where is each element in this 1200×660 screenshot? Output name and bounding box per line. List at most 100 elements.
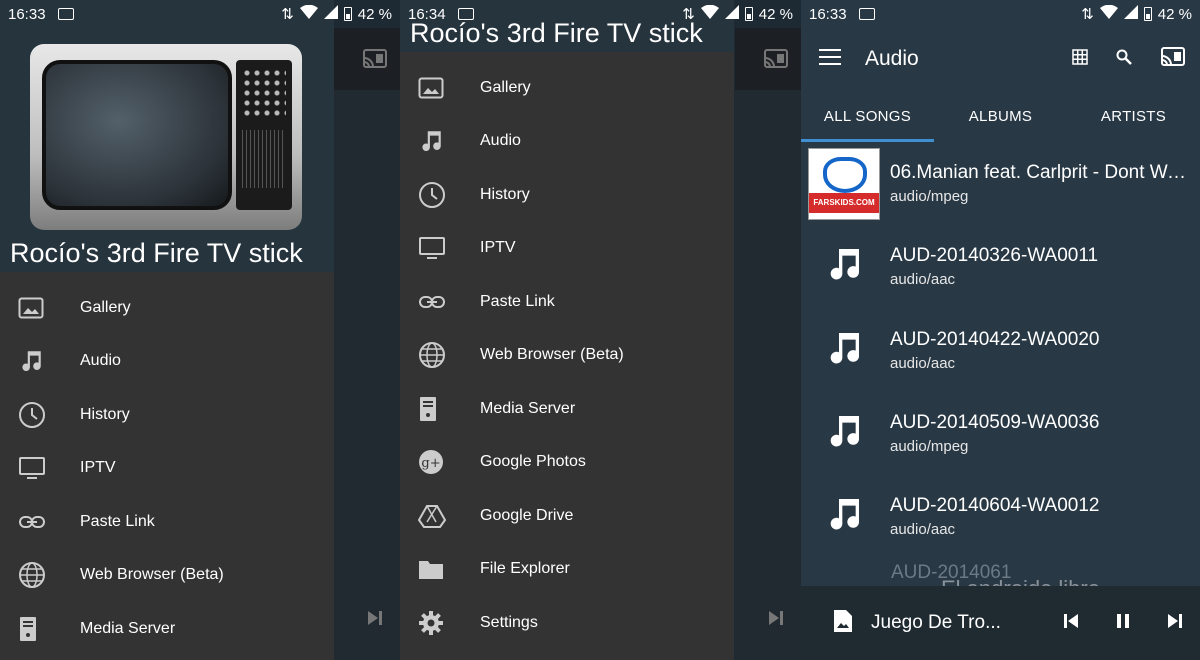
music-note-icon: [824, 244, 864, 289]
search-icon[interactable]: [1116, 49, 1132, 70]
link-icon: [0, 514, 80, 530]
content-behind-drawer: [735, 28, 801, 660]
song-row[interactable]: AUD-20140604-WA0012 audio/aac: [801, 475, 1200, 558]
mini-player[interactable]: Juego De Tro...: [801, 586, 1200, 660]
drawer-menu: Gallery Audio History IPTV Paste Link We…: [400, 61, 734, 650]
cast-status-icon: [57, 8, 74, 20]
skip-next-icon[interactable]: [366, 609, 384, 632]
music-note-icon: [824, 328, 864, 373]
wifi-icon: [1099, 4, 1118, 23]
song-mime: audio/aac: [890, 521, 956, 539]
screen-drawer-top: Rocío's 3rd Fire TV stick Gallery Audio …: [0, 0, 400, 660]
menu-item-media-server[interactable]: Media Server: [0, 602, 334, 656]
album-art: FARSKIDS.COM: [808, 147, 880, 220]
image-icon: [0, 297, 80, 319]
menu-item-media-server[interactable]: Media Server: [400, 382, 734, 436]
song-mime: audio/mpeg: [890, 188, 969, 206]
menu-item-settings[interactable]: Settings: [400, 596, 734, 650]
menu-item-google-drive[interactable]: Google Drive: [400, 489, 734, 543]
globe-icon: [0, 561, 80, 589]
tv-icon: [400, 236, 480, 260]
grid-view-icon[interactable]: [1072, 48, 1088, 70]
screen-audio: Audio ALL SONGS ALBUMS ARTISTS FARSKIDS.…: [801, 0, 1200, 660]
skip-next-icon[interactable]: [767, 609, 785, 632]
tv-icon: [0, 456, 80, 480]
song-mime: audio/mpeg: [890, 438, 969, 456]
tab-all-songs[interactable]: ALL SONGS: [801, 90, 934, 142]
google-plus-icon: g+: [400, 449, 480, 475]
song-list: FARSKIDS.COM 06.Manian feat. Carlprit - …: [801, 142, 1200, 586]
svg-text:g+: g+: [421, 456, 440, 471]
tab-artists[interactable]: ARTISTS: [1067, 90, 1200, 142]
navigation-drawer: Rocío's 3rd Fire TV stick Gallery Audio …: [400, 0, 734, 660]
music-note-icon: [400, 128, 480, 154]
song-row[interactable]: AUD-20140509-WA0036 audio/mpeg: [801, 392, 1200, 475]
menu-item-gallery[interactable]: Gallery: [400, 61, 734, 115]
tv-image: [30, 44, 302, 230]
screen-drawer-scrolled: Rocío's 3rd Fire TV stick Gallery Audio …: [400, 0, 801, 660]
app-bar: Audio: [801, 28, 1200, 90]
data-arrows-icon: ⇅: [1081, 6, 1094, 23]
song-row[interactable]: FARSKIDS.COM 06.Manian feat. Carlprit - …: [801, 142, 1200, 225]
menu-item-paste-link[interactable]: Paste Link: [0, 495, 334, 549]
menu-item-gallery[interactable]: Gallery: [0, 281, 334, 335]
gear-icon: [400, 610, 480, 636]
signal-icon: [1123, 5, 1138, 23]
pause-icon[interactable]: [1114, 612, 1132, 635]
battery-icon: [343, 7, 352, 21]
song-title: AUD-20140604-WA0012: [890, 495, 1100, 517]
cast-icon[interactable]: [1160, 46, 1186, 73]
device-name: Rocío's 3rd Fire TV stick: [10, 238, 303, 268]
menu-item-web-browser[interactable]: Web Browser (Beta): [0, 549, 334, 603]
folder-icon: [400, 558, 480, 580]
signal-icon: [323, 5, 338, 23]
drawer-header: Rocío's 3rd Fire TV stick: [0, 0, 334, 272]
content-behind-drawer: [334, 28, 400, 660]
link-icon: [400, 294, 480, 310]
menu-item-audio[interactable]: Audio: [0, 335, 334, 389]
menu-item-audio[interactable]: Audio: [400, 115, 734, 169]
wifi-icon: [700, 4, 719, 23]
menu-item-file-explorer[interactable]: File Explorer: [400, 543, 734, 597]
tab-albums[interactable]: ALBUMS: [934, 90, 1067, 142]
song-mime: audio/aac: [890, 271, 956, 289]
server-icon: [0, 616, 80, 642]
cast-status-icon: [858, 8, 875, 20]
menu-item-iptv[interactable]: IPTV: [400, 222, 734, 276]
status-bar: 16:33 ⇅ 42 %: [8, 4, 392, 23]
menu-item-google-photos[interactable]: g+ Google Photos: [400, 436, 734, 490]
wifi-icon: [299, 4, 318, 23]
song-title: AUD-20140326-WA0011: [890, 245, 1099, 267]
menu-item-history[interactable]: History: [0, 388, 334, 442]
clock-icon: [0, 401, 80, 429]
page-title: Audio: [865, 47, 919, 70]
song-title: AUD-20140422-WA0020: [890, 328, 1100, 350]
song-title: 06.Manian feat. Carlprit - Dont Wake Me …: [890, 162, 1190, 184]
menu-item-web-browser[interactable]: Web Browser (Beta): [400, 329, 734, 383]
skip-previous-icon[interactable]: [1062, 612, 1080, 635]
menu-item-paste-link[interactable]: Paste Link: [400, 275, 734, 329]
image-icon: [400, 77, 480, 99]
cast-icon[interactable]: [763, 48, 789, 75]
battery-icon: [1143, 7, 1152, 21]
google-drive-icon: [400, 504, 480, 528]
globe-icon: [400, 341, 480, 369]
server-icon: [400, 396, 480, 422]
tab-bar: ALL SONGS ALBUMS ARTISTS: [801, 90, 1200, 142]
cast-icon[interactable]: [362, 48, 388, 75]
song-title: AUD-20140509-WA0036: [890, 412, 1100, 434]
skip-next-icon[interactable]: [1166, 612, 1184, 635]
file-image-icon: [833, 609, 853, 638]
signal-icon: [724, 5, 739, 23]
clock-icon: [400, 181, 480, 209]
song-mime: audio/aac: [890, 354, 956, 372]
music-note-icon: [824, 494, 864, 539]
song-row[interactable]: AUD-20140326-WA0011 audio/aac: [801, 225, 1200, 308]
data-arrows-icon: ⇅: [281, 6, 294, 23]
navigation-drawer: Rocío's 3rd Fire TV stick Gallery Audio …: [0, 0, 334, 660]
hamburger-menu-icon[interactable]: [819, 48, 841, 70]
menu-item-history[interactable]: History: [400, 168, 734, 222]
now-playing-title: Juego De Tro...: [871, 612, 1001, 633]
menu-item-iptv[interactable]: IPTV: [0, 442, 334, 496]
song-row[interactable]: AUD-20140422-WA0020 audio/aac: [801, 309, 1200, 392]
